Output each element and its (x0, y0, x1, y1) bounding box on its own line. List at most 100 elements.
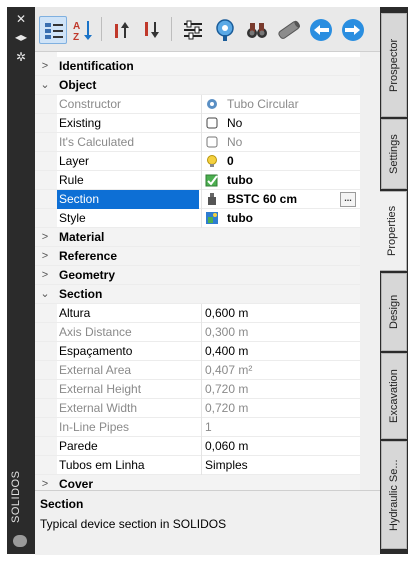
swap-left-icon[interactable] (307, 16, 335, 44)
property-row-external-width[interactable]: External Width 0,720 m (35, 399, 360, 418)
category-cover[interactable]: > Cover (35, 475, 360, 490)
property-value: Tubo Circular (201, 95, 360, 114)
rule-check-icon (205, 174, 218, 187)
property-row-espacamento[interactable]: Espaçamento 0,400 m (35, 342, 360, 361)
chevron-right-icon[interactable]: > (39, 228, 51, 247)
tab-settings[interactable]: Settings (381, 119, 407, 189)
property-row-tubos-em-linha[interactable]: Tubos em Linha Simples (35, 456, 360, 475)
binoculars-icon[interactable] (243, 16, 271, 44)
vertical-scrollbar[interactable] (360, 52, 380, 490)
property-name: Layer (59, 154, 90, 168)
property-row-rule[interactable]: Rule tubo (35, 171, 360, 190)
pipe-icon[interactable] (275, 16, 303, 44)
property-value[interactable]: BSTC 60 cm ... (201, 190, 360, 209)
palette-menu-icon[interactable] (13, 535, 27, 547)
property-name: In-Line Pipes (59, 420, 130, 434)
property-value[interactable]: 0,600 m (201, 304, 360, 323)
chevron-down-icon[interactable]: ⌄ (39, 76, 51, 95)
category-label: Section (59, 287, 103, 301)
property-name: It's Calculated (59, 135, 134, 149)
property-row-section[interactable]: Section BSTC 60 cm ... (35, 190, 360, 209)
property-row-existing[interactable]: Existing No (35, 114, 360, 133)
property-name: Espaçamento (59, 344, 133, 358)
property-value[interactable]: tubo (201, 209, 360, 228)
tab-label: Properties (386, 205, 398, 257)
property-row-calculated[interactable]: It's Calculated No (35, 133, 360, 152)
chevron-right-icon[interactable]: > (39, 266, 51, 285)
property-row-altura[interactable]: Altura 0,600 m (35, 304, 360, 323)
checkbox-icon (206, 136, 218, 148)
auto-hide-icon[interactable]: ◂▸ (14, 31, 28, 43)
tab-design[interactable]: Design (381, 273, 407, 351)
property-row-external-area[interactable]: External Area 0,407 m² (35, 361, 360, 380)
property-name: Existing (59, 116, 102, 130)
properties-settings-icon[interactable] (179, 16, 207, 44)
description-title: Section (40, 497, 84, 511)
tab-hydraulic[interactable]: Hydraulic Se... (381, 441, 407, 549)
property-value[interactable]: 0,060 m (201, 437, 360, 456)
property-row-inline-pipes[interactable]: In-Line Pipes 1 (35, 418, 360, 437)
description-text: Typical device section in SOLIDOS (40, 517, 227, 531)
property-name: Parede (59, 439, 98, 453)
tab-properties[interactable]: Properties (380, 191, 407, 271)
browse-button[interactable]: ... (340, 192, 356, 207)
category-label: Reference (59, 249, 118, 263)
pick-object-icon[interactable] (211, 16, 239, 44)
property-value: No (201, 133, 360, 152)
style-icon (206, 212, 218, 224)
category-geometry[interactable]: > Geometry (35, 266, 360, 285)
category-label: Material (59, 230, 105, 244)
tab-label: Prospector (388, 38, 400, 92)
property-name: Altura (59, 306, 91, 320)
alphabetic-sort-icon[interactable]: AZ (69, 16, 97, 44)
tab-excavation[interactable]: Excavation (381, 353, 407, 439)
toolbar: AZ (35, 7, 380, 52)
property-value[interactable]: No (201, 114, 360, 133)
property-value[interactable]: tubo (201, 171, 360, 190)
category-label: Object (59, 78, 97, 92)
tab-label: Hydraulic Se... (388, 459, 400, 531)
category-object[interactable]: ⌄ Object (35, 76, 360, 95)
tab-prospector[interactable]: Prospector (381, 13, 407, 117)
property-value: 0,720 m (201, 399, 360, 418)
property-name: External Width (59, 401, 138, 415)
palette-settings-icon[interactable]: ✲ (14, 51, 28, 63)
property-row-parede[interactable]: Parede 0,060 m (35, 437, 360, 456)
chevron-down-icon[interactable]: ⌄ (39, 285, 51, 304)
move-down-icon[interactable] (139, 16, 167, 44)
tab-label: Settings (388, 134, 400, 174)
lightbulb-icon (207, 155, 217, 167)
category-reference[interactable]: > Reference (35, 247, 360, 266)
move-up-icon[interactable] (109, 16, 137, 44)
category-identification[interactable]: > Identification (35, 57, 360, 76)
category-label: Cover (59, 477, 94, 490)
category-label: Geometry (59, 268, 116, 282)
property-name: External Area (59, 363, 132, 377)
property-value: 0,300 m (201, 323, 360, 342)
palette-title-bar: ✕ ◂▸ ✲ SOLIDOS (7, 7, 35, 554)
swap-right-icon[interactable] (339, 16, 367, 44)
category-section[interactable]: ⌄ Section (35, 285, 360, 304)
chevron-right-icon[interactable]: > (39, 57, 51, 76)
property-value[interactable]: 0 (201, 152, 360, 171)
checkbox-icon[interactable] (205, 116, 219, 130)
categorized-view-icon[interactable] (39, 16, 67, 44)
property-value: 0,720 m (201, 380, 360, 399)
property-value[interactable]: Simples (201, 456, 360, 475)
property-row-style[interactable]: Style tubo (35, 209, 360, 228)
svg-text:Z: Z (73, 32, 79, 43)
property-row-layer[interactable]: Layer 0 (35, 152, 360, 171)
chevron-right-icon[interactable]: > (39, 475, 51, 490)
property-row-external-height[interactable]: External Height 0,720 m (35, 380, 360, 399)
property-grid: > Identification ⌄ Object Constructor Tu… (35, 52, 380, 490)
category-material[interactable]: > Material (35, 228, 360, 247)
close-icon[interactable]: ✕ (14, 13, 28, 25)
category-label: Identification (59, 59, 134, 73)
chevron-right-icon[interactable]: > (39, 247, 51, 266)
property-row-axis-distance[interactable]: Axis Distance 0,300 m (35, 323, 360, 342)
properties-palette: ✕ ◂▸ ✲ SOLIDOS AZ > Identification ⌄ Obj… (7, 7, 408, 555)
property-name: Axis Distance (59, 325, 132, 339)
property-value[interactable]: 0,400 m (201, 342, 360, 361)
property-name: Section (57, 190, 199, 209)
property-row-constructor[interactable]: Constructor Tubo Circular (35, 95, 360, 114)
